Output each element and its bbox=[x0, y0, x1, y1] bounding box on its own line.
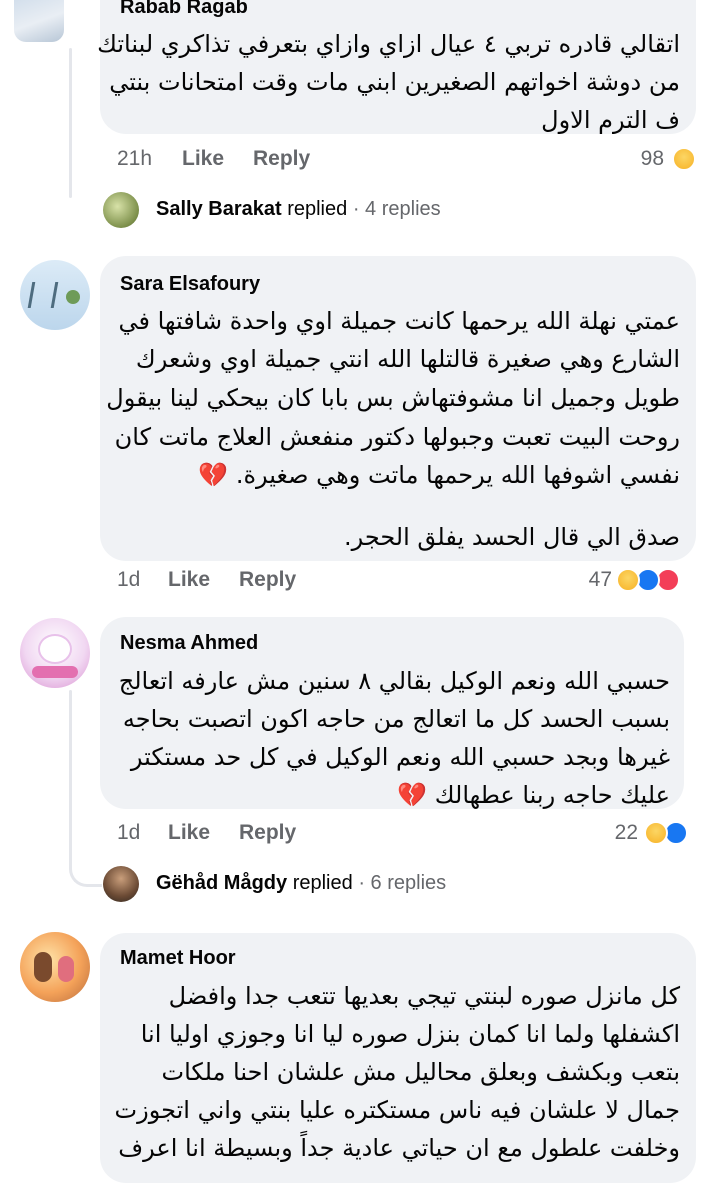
comment-line: اكشفلها ولما انا كمان بنزل صوره ليا انا … bbox=[140, 1020, 680, 1048]
comment-time[interactable]: 21h bbox=[117, 147, 152, 171]
thread-line bbox=[69, 690, 72, 855]
avatar[interactable] bbox=[20, 618, 90, 688]
reply-count: 6 replies bbox=[370, 872, 447, 894]
plant-icon bbox=[66, 290, 80, 304]
comment-time[interactable]: 1d bbox=[117, 821, 140, 845]
separator: · bbox=[358, 872, 365, 894]
cat-face-icon bbox=[40, 636, 70, 662]
thread-curve bbox=[69, 840, 102, 887]
sad-reaction-icon bbox=[616, 568, 640, 592]
cartoon-figure bbox=[34, 952, 52, 982]
reply-verb: replied bbox=[292, 872, 353, 894]
view-replies-link[interactable]: Gëhåd Mågdy replied · 6 replies bbox=[156, 872, 446, 895]
reply-verb: replied bbox=[287, 198, 348, 220]
reactions-count[interactable]: 22 bbox=[615, 821, 638, 845]
like-button[interactable]: Like bbox=[168, 568, 210, 592]
comment-time[interactable]: 1d bbox=[117, 568, 140, 592]
comment-author[interactable]: Sara Elsafoury bbox=[120, 273, 260, 296]
reply-author: Sally Barakat bbox=[156, 198, 282, 220]
comment-line: بسبب الحسد كل ما اتعالج من حاجه اكون اتص… bbox=[122, 705, 670, 733]
comment-line: الشارع وهي صغيرة قالتلها الله انتي جميلة… bbox=[135, 345, 680, 373]
comment-line: من دوشة اخواتهم الصغيرين ابني مات وقت ام… bbox=[109, 68, 680, 96]
like-button[interactable]: Like bbox=[182, 147, 224, 171]
reply-button[interactable]: Reply bbox=[239, 568, 296, 592]
reactions-count[interactable]: 47 bbox=[589, 568, 612, 592]
sad-reaction-icon bbox=[672, 147, 696, 171]
reply-button[interactable]: Reply bbox=[253, 147, 310, 171]
like-button[interactable]: Like bbox=[168, 821, 210, 845]
comment-author[interactable]: Nesma Ahmed bbox=[120, 632, 258, 655]
comment-line: جمال لا علشان فيه ناس مستكتره عليا بنتي … bbox=[114, 1096, 680, 1124]
comment-line: بتعب وبكشف وبعلق محاليل مش علشان احنا مل… bbox=[161, 1058, 680, 1086]
comment-line: نفسي اشوفها الله يرحمها ماتت وهي صغيرة. … bbox=[198, 461, 680, 489]
silhouette-figure bbox=[27, 282, 59, 308]
avatar[interactable] bbox=[103, 866, 139, 902]
avatar[interactable] bbox=[103, 192, 139, 228]
comment-line: وخلفت علطول مع ان حياتي عادية جداً وبسيط… bbox=[118, 1134, 680, 1162]
cartoon-figure bbox=[58, 956, 74, 982]
sad-reaction-icon bbox=[644, 821, 668, 845]
comment-line: حسبي الله ونعم الوكيل بقالي ٨ سنين مش عا… bbox=[118, 667, 670, 695]
comment-line: عليك حاجه ربنا عطهالك 💔 bbox=[397, 781, 670, 809]
comment-author[interactable]: Rabab Ragab bbox=[120, 0, 248, 19]
avatar[interactable] bbox=[20, 260, 90, 330]
reactions-count[interactable]: 98 bbox=[641, 147, 664, 171]
comment-line: صدق الي قال الحسد يفلق الحجر. bbox=[343, 523, 680, 551]
comment-line: كل مانزل صوره لبنتي تيجي بعديها تتعب جدا… bbox=[168, 982, 680, 1010]
avatar[interactable] bbox=[20, 932, 90, 1002]
comment-line: طويل وجميل انا مشوفتهاش بس بابا كان بيحك… bbox=[106, 384, 680, 412]
flower-icon bbox=[32, 666, 78, 678]
avatar[interactable] bbox=[14, 0, 64, 42]
view-replies-link[interactable]: Sally Barakat replied · 4 replies bbox=[156, 198, 441, 221]
comment-line: غيرها وبجد حسبي الله ونعم الوكيل في كل ح… bbox=[130, 743, 670, 771]
reply-button[interactable]: Reply bbox=[239, 821, 296, 845]
comment-author[interactable]: Mamet Hoor bbox=[120, 947, 236, 970]
reply-author: Gëhåd Mågdy bbox=[156, 872, 288, 894]
comment-line: اتقالي قادره تربي ٤ عيال ازاي وازاي بتعر… bbox=[97, 30, 680, 58]
thread-curve bbox=[69, 165, 99, 211]
separator: · bbox=[352, 198, 360, 220]
reply-count: 4 replies bbox=[365, 198, 441, 220]
comment-line: روحت البيت تعبت وجبولها دكتور منفعش العل… bbox=[114, 423, 680, 451]
comment-line: عمتي نهلة الله يرحمها كانت جميلة اوي واح… bbox=[118, 307, 680, 335]
comment-line: ف الترم الاول bbox=[541, 106, 680, 134]
